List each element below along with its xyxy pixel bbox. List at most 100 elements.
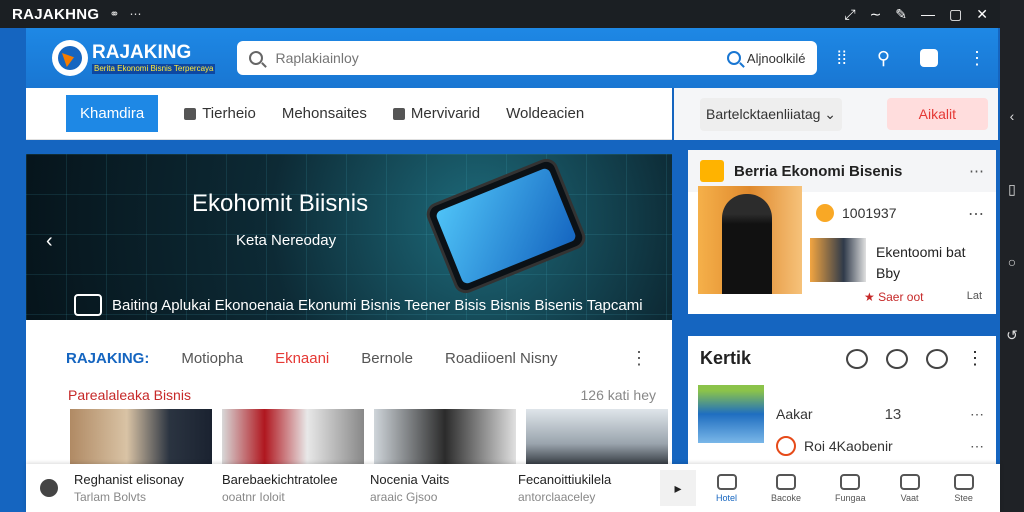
item-meta: araaic Gjsoo [370,489,438,504]
edit-icon[interactable]: ✎ [895,6,907,23]
card-meta: 1001937 [816,204,897,222]
nav-stee[interactable]: Stee [953,473,974,503]
heart-icon[interactable] [926,348,948,369]
nav-label: Fungaa [835,492,866,503]
section-tab[interactable]: Roadiioenl Nisny [445,350,558,367]
more-icon[interactable]: ⋯ [970,438,984,455]
heart-icon [899,473,920,490]
section-tab-active[interactable]: Eknaani [275,350,329,367]
hero-caption-text: Baiting Aplukai Ekonoenaia Ekonumi Bisni… [112,296,643,314]
shield-icon [840,473,861,490]
news-icon [700,160,724,182]
nav-label: Vaat [900,492,919,503]
prev-circle-icon[interactable] [40,479,58,497]
news-card-image[interactable] [374,409,516,467]
fullscreen-icon[interactable]: ⤢ [844,6,855,23]
section-tab[interactable]: Motiopha [181,350,243,367]
nav-label: Hotel [716,492,738,503]
search-icon[interactable]: ⚲ [877,48,890,69]
search-submit-button[interactable]: Aljnoolkilé [726,50,806,66]
nav-hotel[interactable]: Hotel [716,473,738,503]
badge-icon [776,436,796,456]
next-arrow-button[interactable]: ▸ [660,470,696,506]
story-subtitle: Bby [876,265,901,281]
tab-khamdira[interactable]: Khamdira [66,95,159,132]
more-icon[interactable]: ⋯ [969,162,984,180]
more-icon[interactable]: ⋯ [129,7,141,21]
news-card-image[interactable] [222,409,364,467]
home-icon[interactable]: ○ [1008,254,1016,270]
bottom-news-item[interactable]: Barebaekichtratolee ooatnr Ioloit [206,471,354,506]
tab-woldeacien[interactable]: Woldeacien [506,105,584,122]
logo[interactable]: RAJAKING Berita Ekonomi Bisnis Terpercay… [52,40,216,76]
avatar [698,385,764,443]
hero-title: Ekohomit Biisnis [192,190,369,217]
search-bar[interactable]: Aljnoolkilé [237,41,818,75]
item-meta: antorclaaceley [518,489,596,504]
hero-banner[interactable]: ‹ Ekohomit Biisnis Keta Nereoday Baiting… [26,154,672,320]
hero-subtitle: Keta Nereoday [236,232,337,249]
chevron-down-icon: ⌄ [824,105,837,122]
dropdown-label: Bartelcktaenliiatag [706,105,821,122]
action-button[interactable]: Aikalit [886,98,988,130]
video-icon [74,294,102,316]
close-button[interactable]: ✕ [976,6,988,23]
story-text[interactable]: Ekentoomi bat Bby [876,242,966,284]
tab-label: Mervivarid [410,105,481,122]
square-icon [392,107,405,120]
nav-vaat[interactable]: Vaat [899,473,920,503]
story-thumbnail[interactable] [810,238,866,282]
news-card-image[interactable] [70,409,212,467]
back-icon[interactable]: ‹ [1010,108,1015,124]
filter-bar: Bartelcktaenliiatag ⌄ Aikalit [674,88,998,140]
tab-mehonsaites[interactable]: Mehonsaites [282,105,367,122]
search-icon [249,51,264,65]
bottom-news-item[interactable]: Nocenia Vaits araaic Gjsoo [354,471,502,506]
search-submit-label: Aljnoolkilé [746,50,806,66]
tab-label: Tierheio [202,105,256,122]
recents-icon[interactable]: ▯ [1008,181,1016,198]
more-icon[interactable]: ⋮ [966,348,984,369]
carousel-prev-button[interactable]: ‹ [46,230,53,253]
message-icon[interactable] [886,348,908,369]
search-input[interactable] [275,50,696,66]
tab-mervivarid[interactable]: Mervivarid [392,105,481,122]
rotate-icon[interactable]: ↺ [1006,327,1018,344]
bookmark-icon[interactable] [920,49,938,67]
bottom-news-item[interactable]: Reghanist elisonay Tarlam Bolvts [58,471,206,506]
more-icon[interactable]: ⋯ [968,204,984,224]
menu-icon[interactable]: ⋮ [968,48,986,69]
header-actions: ⁞⁞ ⚲ ⋮ [837,48,986,69]
news-card-image[interactable] [526,409,668,467]
item-title: Fecanoittiukilela [518,471,612,487]
user-row[interactable]: Roi 4Kaobenir ⋯ [776,436,984,456]
section-tab[interactable]: Bernole [361,350,413,367]
maximize-button[interactable]: ▢ [949,6,962,23]
grid-icon[interactable]: ⁞⁞ [837,48,847,69]
category-tabs: Khamdira Tierheio Mehonsaites Mervivarid… [26,88,672,140]
folder-icon [953,473,974,490]
filter-dropdown[interactable]: Bartelcktaenliiatag ⌄ [700,97,843,131]
more-icon[interactable]: ⋮ [630,348,648,369]
user-count: 13 [884,405,902,423]
link-icon: ⚭ [109,7,120,21]
economy-news-card[interactable]: Berria Ekonomi Bisenis ⋯ 1001937 ⋯ Ekent… [688,150,996,314]
tab-tierheio[interactable]: Tierheio [184,105,256,122]
card-title: Kertik [700,348,752,368]
hero-caption: Baiting Aplukai Ekonoenaia Ekonumi Bisni… [74,294,643,316]
section-brand: RAJAKING: [66,350,150,367]
chat-bubble-icon[interactable] [846,348,868,369]
section-subheader: Parealaleaka Bisnis 126 kati hey [26,369,672,403]
news-thumbnail[interactable] [698,186,802,294]
user-name: Aakar [776,406,813,422]
card-title: Berria Ekonomi Bisenis [734,162,903,180]
bottom-news-item[interactable]: Fecanoittiukilela antorclaaceley [502,471,650,506]
minimize-button[interactable]: — [921,6,935,23]
more-icon[interactable]: ⋯ [970,406,984,423]
nav-fungaa[interactable]: Fungaa [835,473,866,503]
window-controls: ⤢ ∼ ✎ — ▢ ✕ [844,6,988,23]
nav-bacoke[interactable]: Bacoke [771,473,801,503]
device-sidebar: ‹ ▯ ○ ↺ [1000,0,1024,512]
wave-icon[interactable]: ∼ [870,6,882,23]
home-icon [716,473,737,490]
